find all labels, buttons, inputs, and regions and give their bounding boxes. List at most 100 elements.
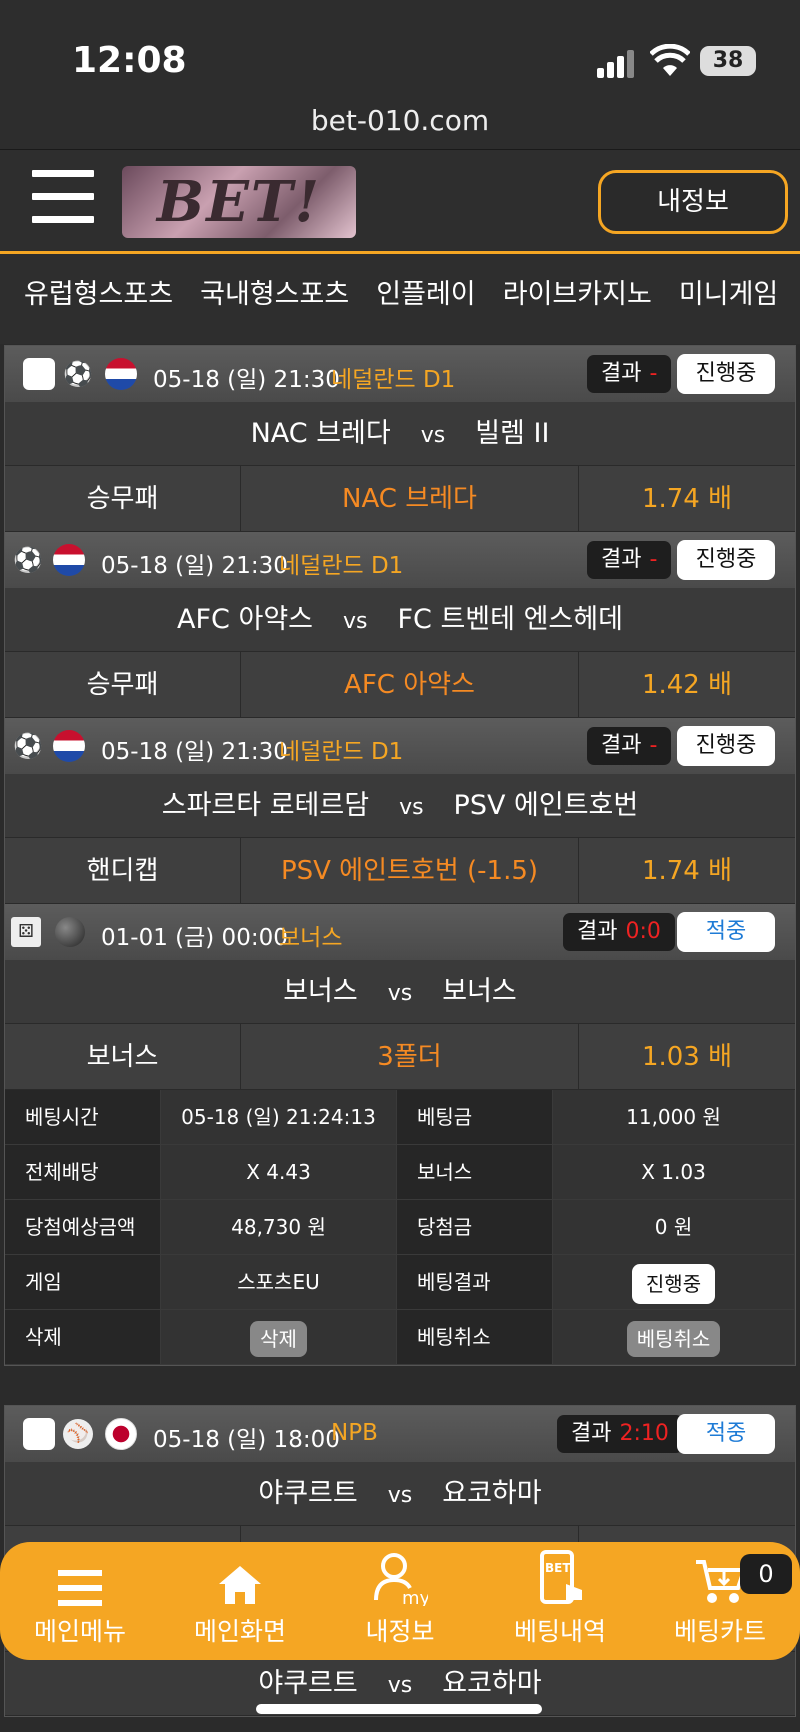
game-name: 스포츠EU (161, 1255, 397, 1310)
netherlands-flag-icon (53, 544, 85, 576)
netherlands-flag-icon (53, 730, 85, 762)
bottom-nav-bet-cart[interactable]: 베팅카트 0 (640, 1542, 800, 1660)
clock: 12:08 (72, 40, 187, 81)
nav-item-inplay[interactable]: 인플레이 (376, 257, 475, 315)
bonus-odds: X 1.03 (553, 1145, 795, 1200)
svg-text:my: my (402, 1588, 428, 1606)
japan-flag-icon (105, 1418, 137, 1450)
home-team: 보너스 (283, 976, 358, 1007)
status-badge: 적중 (677, 1414, 775, 1454)
away-team: 보너스 (442, 976, 517, 1007)
result-badge: 결과 - (587, 727, 672, 765)
bet-selection: NAC 브레다 (241, 466, 579, 531)
league-name: 보너스 (279, 925, 343, 951)
result-badge: 결과 2:10 (557, 1415, 683, 1453)
home-team: 야쿠르트 (258, 1478, 358, 1509)
status-badge: 적중 (677, 912, 775, 952)
cancel-cell: 베팅취소 (553, 1310, 795, 1365)
soccer-ball-icon: ⚽ (63, 360, 93, 388)
bet-type: 승무패 (5, 466, 241, 531)
expected-winnings: 48,730 원 (161, 1200, 397, 1255)
delete-button[interactable]: 삭제 (250, 1320, 307, 1357)
bet-odds: 1.74 배 (641, 484, 733, 514)
summary-label: 전체배당 (5, 1145, 161, 1200)
site-header: BET! 내정보 (0, 150, 800, 254)
league-name: NPB (331, 1420, 378, 1446)
site-logo[interactable]: BET! (122, 166, 356, 238)
away-team: FC 트벤테 엔스헤데 (397, 604, 623, 635)
bottom-nav: 메인메뉴 메인화면 my 내정보 BET 베팅내역 베팅카트 0 (0, 1542, 800, 1660)
result-badge: 결과 - (587, 355, 672, 393)
home-indicator[interactable] (256, 1704, 542, 1714)
pick-row: 핸디캡 PSV 에인트호번 (-1.5) 1.74 배 (5, 838, 795, 904)
match-teams: NAC 브레다 vs 빌렘 II (5, 402, 795, 466)
cancel-bet-button[interactable]: 베팅취소 (626, 1320, 721, 1357)
baseball-icon: ⚾ (63, 1419, 93, 1449)
match-date: 05-18 (일) 21:30 (101, 553, 288, 579)
bet-amount: 11,000 원 (553, 1090, 795, 1145)
menu-icon[interactable] (32, 170, 94, 224)
summary-label: 베팅결과 (397, 1255, 553, 1310)
home-team: NAC 브레다 (250, 418, 391, 449)
soccer-ball-icon: ⚽ (13, 732, 43, 760)
summary-label: 베팅취소 (397, 1310, 553, 1365)
url-bar[interactable]: bet-010.com (0, 104, 800, 137)
nav-item-european-sports[interactable]: 유럽형스포츠 (24, 257, 173, 315)
away-team: PSV 에인트호번 (453, 790, 639, 821)
pick-row: 보너스 3폴더 1.03 배 (5, 1024, 795, 1090)
league-name: 네덜란드 D1 (279, 553, 404, 579)
match-header: ⚾ 05-18 (일) 18:00 NPB 결과 2:10 적중 (5, 1406, 795, 1462)
bet-odds: 1.42 배 (641, 670, 733, 700)
summary-label: 베팅시간 (5, 1090, 161, 1145)
nav-item-domestic-sports[interactable]: 국내형스포츠 (200, 257, 349, 315)
status-badge: 진행중 (677, 726, 775, 766)
bet-result-cell: 진행중 (553, 1255, 795, 1310)
nav-item-minigame[interactable]: 미니게임 (679, 257, 778, 315)
match-date: 01-01 (금) 00:00 (101, 925, 288, 951)
bet-selection: AFC 아약스 (241, 652, 579, 717)
bet-summary: 베팅시간 05-18 (일) 21:24:13 베팅금 11,000 원 전체배… (5, 1090, 795, 1365)
winnings: 0 원 (553, 1200, 795, 1255)
bottom-nav-home[interactable]: 메인화면 (160, 1542, 320, 1660)
away-team: 요코하마 (442, 1478, 542, 1509)
select-checkbox[interactable] (23, 1418, 55, 1450)
bet-result-badge: 진행중 (631, 1263, 716, 1304)
bet-history-icon: BET (480, 1542, 640, 1606)
battery-icon: 38 (700, 46, 756, 76)
category-nav: 유럽형스포츠 국내형스포츠 인플레이 라이브카지노 미니게임 가 (0, 257, 800, 315)
summary-label: 보너스 (397, 1145, 553, 1200)
match-header: ⚽ 05-18 (일) 21:30 네덜란드 D1 결과 - 진행중 (5, 718, 795, 774)
result-badge: 결과 0:0 (563, 913, 675, 951)
match-teams: 보너스 vs 보너스 (5, 960, 795, 1024)
dice-icon: ⚄ (11, 917, 41, 947)
nav-item-live-casino[interactable]: 라이브카지노 (503, 257, 652, 315)
match-header: ⚽ 05-18 (일) 21:30 네덜란드 D1 결과 - 진행중 (5, 532, 795, 588)
wifi-icon (650, 44, 690, 76)
summary-label: 삭제 (5, 1310, 161, 1365)
user-icon: my (320, 1542, 480, 1606)
home-team: AFC 아약스 (177, 604, 314, 635)
bet-type: 핸디캡 (5, 838, 241, 903)
bet-type: 보너스 (5, 1024, 241, 1089)
menu-icon (0, 1542, 160, 1606)
bottom-nav-main-menu[interactable]: 메인메뉴 (0, 1542, 160, 1660)
signal-icon (597, 50, 637, 78)
bet-type: 승무패 (5, 652, 241, 717)
home-team: 스파르타 로테르담 (161, 790, 370, 821)
summary-label: 당첨금 (397, 1200, 553, 1255)
match-date: 05-18 (일) 18:00 (153, 1427, 340, 1453)
bottom-nav-myinfo[interactable]: my 내정보 (320, 1542, 480, 1660)
soccer-ball-icon: ⚽ (13, 546, 43, 574)
total-odds: X 4.43 (161, 1145, 397, 1200)
match-teams: AFC 아약스 vs FC 트벤테 엔스헤데 (5, 588, 795, 652)
pick-row: 승무패 AFC 아약스 1.42 배 (5, 652, 795, 718)
bottom-nav-bet-history[interactable]: BET 베팅내역 (480, 1542, 640, 1660)
match-teams: 스파르타 로테르담 vs PSV 에인트호번 (5, 774, 795, 838)
netherlands-flag-icon (105, 358, 137, 390)
match-teams: 야쿠르트 vs 요코하마 (5, 1462, 795, 1526)
myinfo-button[interactable]: 내정보 (598, 170, 788, 234)
select-checkbox[interactable] (23, 358, 55, 390)
match-date: 05-18 (일) 21:30 (153, 367, 340, 393)
bet-selection: 3폴더 (241, 1024, 579, 1089)
away-team: 요코하마 (442, 1668, 542, 1699)
